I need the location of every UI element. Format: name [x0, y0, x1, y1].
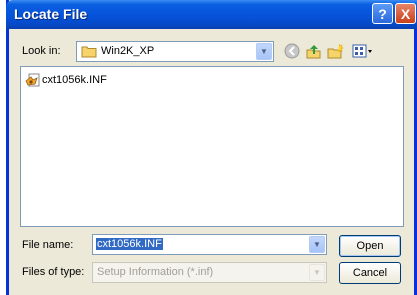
setup-file-icon [25, 73, 40, 87]
file-list[interactable]: cxt1056k.INF [20, 66, 404, 227]
open-button-label: Open [356, 240, 384, 252]
close-icon: X [400, 5, 411, 22]
open-button[interactable]: Open [339, 235, 401, 257]
files-of-type-label: Files of type: [22, 266, 85, 278]
view-menu-button[interactable] [351, 42, 375, 60]
file-type-value: Setup Information (*.inf) [97, 266, 214, 278]
up-folder-icon [306, 44, 320, 58]
file-name-label: File name: [22, 239, 74, 251]
back-button[interactable] [283, 42, 301, 60]
view-menu-icon [352, 44, 372, 58]
new-folder-button[interactable] [325, 42, 345, 60]
look-in-value: Win2K_XP [101, 45, 155, 57]
new-folder-icon [327, 43, 344, 58]
title-bar[interactable]: Locate File ? X [6, 0, 417, 29]
dialog-title: Locate File [14, 6, 88, 22]
help-icon: ? [378, 5, 387, 22]
look-in-label: Look in: [22, 45, 61, 57]
look-in-dropdown-arrow[interactable]: ▼ [256, 43, 272, 60]
back-icon [284, 43, 300, 59]
cancel-button-label: Cancel [352, 267, 388, 279]
file-name: cxt1056k.INF [42, 74, 107, 86]
help-button[interactable]: ? [372, 3, 393, 24]
look-in-dropdown[interactable]: Win2K_XP ▼ [76, 41, 274, 62]
folder-icon [81, 46, 97, 58]
file-name-combo[interactable]: cxt1056k.INF ▼ [92, 234, 327, 255]
list-item[interactable]: cxt1056k.INF [25, 72, 107, 88]
close-button[interactable]: X [395, 3, 416, 24]
up-folder-button[interactable] [304, 42, 322, 60]
file-name-dropdown-arrow[interactable]: ▼ [309, 236, 325, 253]
file-type-dropdown-arrow: ▼ [309, 264, 325, 281]
cancel-button[interactable]: Cancel [339, 262, 401, 284]
file-name-input[interactable]: cxt1056k.INF [96, 238, 163, 250]
file-type-dropdown: Setup Information (*.inf) ▼ [92, 262, 327, 283]
